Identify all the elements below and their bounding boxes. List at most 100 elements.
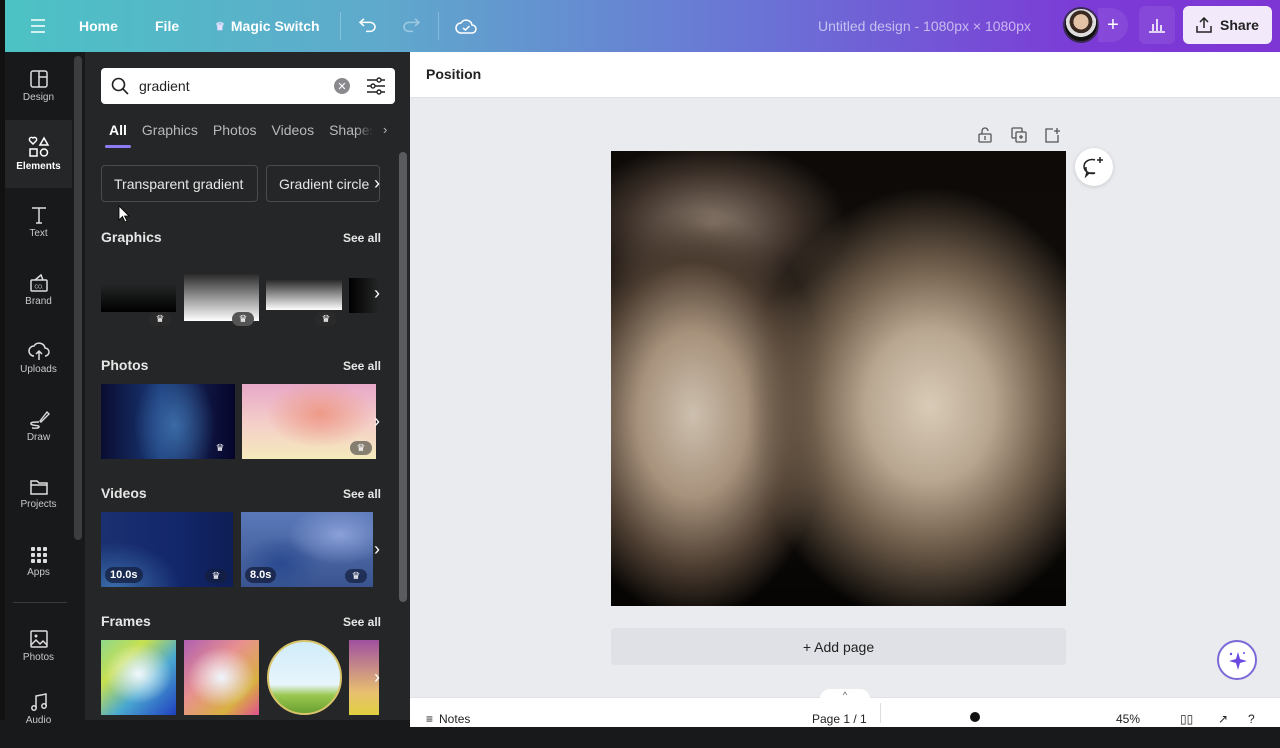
rail-label: Uploads (20, 364, 57, 375)
duplicate-page-icon[interactable] (1009, 125, 1029, 145)
rail-item-apps[interactable]: Apps (5, 528, 72, 596)
folder-icon (29, 480, 48, 495)
magic-assistant-button[interactable] (1217, 640, 1257, 680)
rail-item-photos[interactable]: Photos (5, 612, 72, 680)
chevron-right-icon[interactable]: › (367, 168, 387, 198)
graphic-thumbnail[interactable] (101, 284, 176, 312)
rail-item-audio[interactable]: Audio (5, 680, 72, 748)
rail-item-elements[interactable]: Elements (5, 120, 72, 188)
chevron-right-icon[interactable]: › (367, 278, 387, 308)
suggestion-chip[interactable]: Transparent gradient (101, 165, 258, 202)
invite-button[interactable]: + (1098, 8, 1128, 42)
tabs-scroll-right-icon[interactable]: › (383, 122, 387, 137)
add-comment-button[interactable] (1075, 148, 1113, 186)
section-title-frames: Frames (101, 613, 151, 629)
grid-icon (30, 547, 47, 563)
hamburger-icon[interactable] (26, 14, 50, 38)
rail-item-draw[interactable]: Draw (5, 392, 72, 460)
video-thumbnail[interactable]: 8.0s ♛ (241, 512, 373, 587)
rail-label: Text (29, 228, 48, 239)
frame-thumbnail[interactable] (101, 640, 176, 715)
share-button[interactable]: Share (1183, 6, 1272, 44)
rail-item-text[interactable]: Text (5, 188, 72, 256)
page-indicator[interactable]: Page 1 / 1 (812, 712, 867, 726)
bottom-bar: ^ ≡ Notes Page 1 / 1 45% ▯▯ ↗ ? (410, 689, 1280, 727)
magic-switch-button[interactable]: ♛ Magic Switch (215, 0, 320, 52)
zoom-slider-handle[interactable] (970, 712, 980, 722)
see-all-frames[interactable]: See all (343, 615, 381, 629)
design-canvas-image[interactable] (611, 151, 1066, 606)
svg-text:CO.: CO. (34, 285, 43, 291)
chevron-right-icon[interactable]: › (367, 534, 387, 564)
rail-item-design[interactable]: Design (5, 52, 72, 120)
editor-workspace: Position + Add page ^ ≡ Notes Page 1 / 1… (410, 52, 1280, 727)
image-icon (29, 630, 48, 648)
tab-videos[interactable]: Videos (272, 122, 315, 148)
rail-item-projects[interactable]: Projects (5, 460, 72, 528)
search-tabs: All Graphics Photos Videos Shapes (101, 122, 373, 148)
notes-label: Notes (439, 712, 471, 726)
undo-icon[interactable] (356, 14, 380, 38)
cloud-check-icon[interactable] (454, 14, 478, 38)
frame-thumbnail[interactable] (184, 640, 259, 715)
notes-button[interactable]: ≡ Notes (426, 712, 470, 726)
file-menu-button[interactable]: File (155, 0, 179, 52)
crown-icon: ♛ (232, 312, 254, 326)
tab-graphics[interactable]: Graphics (142, 122, 198, 148)
see-all-graphics[interactable]: See all (343, 231, 381, 245)
video-thumbnail[interactable]: 10.0s ♛ (101, 512, 233, 587)
panel-scrollbar[interactable] (399, 152, 407, 602)
chevron-right-icon[interactable]: › (367, 662, 387, 692)
rail-label: Apps (27, 567, 50, 578)
chevron-right-icon[interactable]: › (367, 406, 387, 436)
elements-panel: ✕ All Graphics Photos Videos Shapes › Tr… (85, 52, 410, 720)
see-all-videos[interactable]: See all (343, 487, 381, 501)
layout-icon (29, 70, 48, 88)
see-all-photos[interactable]: See all (343, 359, 381, 373)
add-page-icon[interactable] (1042, 125, 1062, 145)
lock-icon[interactable] (975, 125, 995, 145)
photo-thumbnail[interactable]: ♛ (242, 384, 376, 459)
rail-label: Design (22, 92, 55, 103)
mouse-cursor-icon (118, 205, 130, 223)
graphic-thumbnail[interactable] (266, 280, 342, 310)
home-button[interactable]: Home (79, 0, 118, 52)
fullscreen-icon[interactable]: ↗ (1218, 712, 1228, 726)
tab-all[interactable]: All (105, 122, 131, 148)
frame-thumbnail[interactable] (267, 640, 342, 715)
video-duration: 10.0s (105, 567, 143, 583)
music-icon (30, 693, 47, 711)
tab-shapes[interactable]: Shapes (329, 122, 373, 148)
add-page-button[interactable]: + Add page (611, 628, 1066, 665)
clear-search-icon[interactable]: ✕ (334, 78, 350, 94)
crown-icon: ♛ (205, 569, 227, 583)
rail-item-brand[interactable]: CO. Brand (5, 256, 72, 324)
rail-label: Audio (25, 715, 52, 726)
filter-icon[interactable] (366, 77, 386, 95)
section-title-photos: Photos (101, 357, 149, 373)
position-button[interactable]: Position (426, 66, 481, 82)
rail-scrollbar[interactable] (74, 56, 82, 540)
zoom-level[interactable]: 45% (1116, 712, 1140, 726)
redo-icon[interactable] (399, 14, 423, 38)
chevron-up-icon: ^ (842, 690, 848, 700)
rail-label: Projects (20, 499, 57, 510)
pen-icon (29, 410, 50, 429)
suggestion-chip[interactable]: Gradient circle (266, 165, 380, 202)
expand-pages-button[interactable]: ^ (820, 689, 870, 701)
section-title-graphics: Graphics (101, 229, 162, 245)
upload-icon (1196, 17, 1212, 33)
tab-photos[interactable]: Photos (213, 122, 257, 148)
insights-button[interactable] (1139, 6, 1175, 44)
search-input[interactable] (139, 78, 324, 94)
crown-icon: ♛ (149, 312, 171, 326)
section-title-videos: Videos (101, 485, 147, 501)
design-title[interactable]: Untitled design - 1080px × 1080px (818, 0, 1031, 52)
help-icon[interactable]: ? (1248, 712, 1255, 726)
divider (438, 12, 439, 40)
photo-thumbnail[interactable]: ♛ (101, 384, 235, 459)
rail-item-uploads[interactable]: Uploads (5, 324, 72, 392)
grid-view-icon[interactable]: ▯▯ (1180, 712, 1193, 726)
user-avatar[interactable] (1063, 7, 1099, 43)
search-box: ✕ (101, 68, 395, 104)
